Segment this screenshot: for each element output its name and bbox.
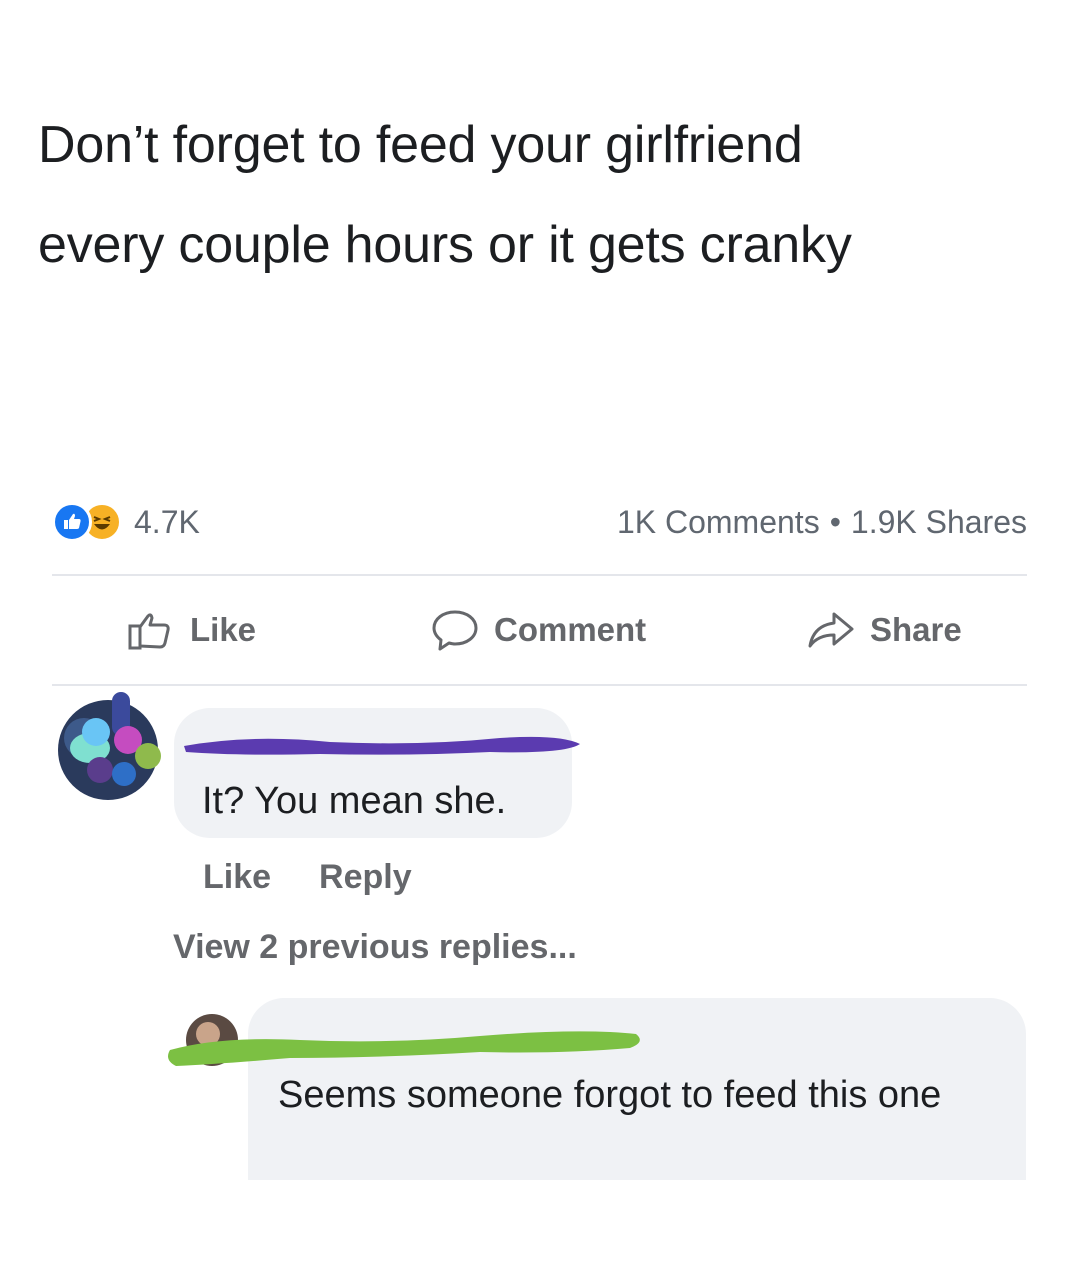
post-stats: 4.7K 1K Comments • 1.9K Shares [52, 496, 1027, 546]
view-previous-replies-link[interactable]: View 2 previous replies... [173, 928, 577, 967]
comment-reply-link[interactable]: Reply [319, 858, 412, 896]
share-button-label: Share [870, 611, 962, 648]
shares-count-link[interactable]: 1.9K Shares [851, 504, 1027, 540]
post-text-line-1: Don’t forget to feed your girlfriend [38, 116, 803, 174]
share-arrow-icon [808, 612, 854, 648]
comment-button-label: Comment [494, 611, 647, 648]
commenter-avatar[interactable] [54, 688, 166, 806]
post-text: Don’t forget to feed your girlfriend eve… [38, 95, 1048, 295]
comment-button[interactable]: Comment [430, 608, 646, 652]
comment-like-link[interactable]: Like [203, 858, 271, 896]
like-button[interactable]: Like [128, 608, 256, 652]
like-button-label: Like [190, 611, 257, 648]
comment-actions: Like Reply [203, 858, 460, 897]
share-button[interactable]: Share [806, 608, 962, 652]
redacted-name-scribble [168, 1031, 640, 1066]
post-action-bar: Like Comment Share [52, 586, 1027, 682]
comments-count-link[interactable]: 1K Comments [617, 504, 820, 540]
post-text-line-2: every couple hours or it gets cranky [38, 216, 852, 274]
stats-separator: • [829, 504, 841, 540]
reply-text: Seems someone forgot to feed this one [278, 1074, 942, 1116]
redacted-name-scribble [184, 736, 580, 755]
reactions-summary[interactable]: 4.7K [52, 502, 200, 542]
like-reaction-icon [52, 502, 92, 542]
thumbs-up-icon [128, 613, 170, 650]
divider [52, 684, 1027, 686]
comment-bubble-icon [432, 610, 478, 651]
comment-text: It? You mean she. [202, 780, 507, 822]
divider [52, 574, 1027, 576]
comments-shares-summary: 1K Comments • 1.9K Shares [617, 504, 1027, 541]
reaction-count: 4.7K [134, 503, 200, 540]
